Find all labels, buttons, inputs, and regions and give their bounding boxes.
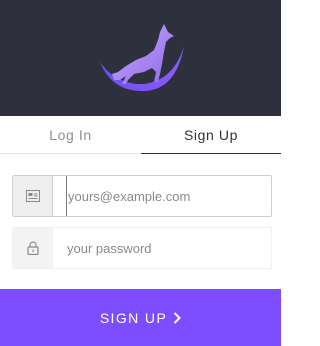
- email-field: [12, 175, 272, 217]
- envelope-icon: [13, 176, 53, 216]
- auth-tabs: Log In Sign Up: [0, 116, 281, 154]
- tab-login[interactable]: Log In: [0, 116, 141, 154]
- email-input[interactable]: [66, 176, 271, 216]
- password-input[interactable]: [53, 228, 271, 268]
- password-field: [12, 227, 272, 269]
- wolf-logo-icon: [100, 24, 184, 92]
- header-banner: [0, 0, 281, 116]
- tab-signup[interactable]: Sign Up: [141, 116, 281, 154]
- sign-up-button[interactable]: SIGN UP: [0, 289, 281, 346]
- chevron-right-icon: [173, 311, 182, 324]
- sign-up-button-label: SIGN UP: [99, 309, 168, 326]
- lock-icon: [13, 228, 53, 268]
